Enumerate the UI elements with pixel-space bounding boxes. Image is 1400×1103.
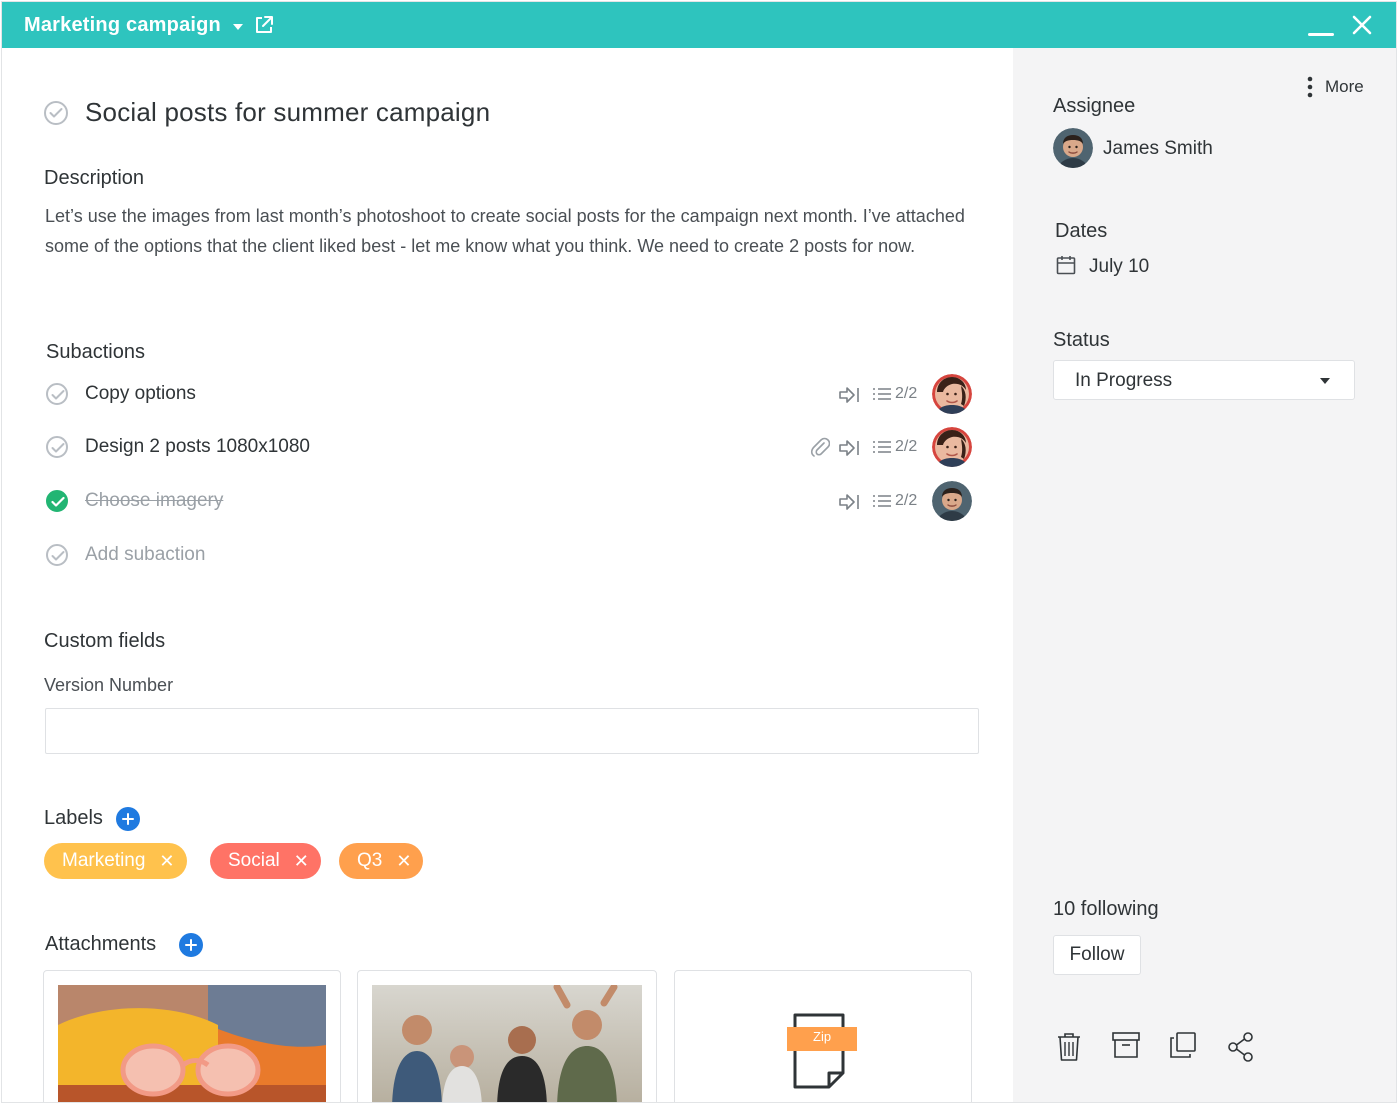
- share-icon[interactable]: [1227, 1032, 1255, 1062]
- project-selector[interactable]: Marketing campaign: [24, 14, 243, 37]
- more-button[interactable]: More: [1307, 76, 1364, 98]
- label-tag[interactable]: Social ✕: [210, 843, 321, 879]
- status-dropdown[interactable]: In Progress: [1053, 360, 1355, 400]
- version-number-field[interactable]: [45, 708, 979, 754]
- paperclip-icon[interactable]: [810, 437, 830, 457]
- project-title: Marketing campaign: [24, 14, 221, 36]
- move-to-icon[interactable]: [838, 439, 860, 457]
- task-window: Marketing campaign Social posts for summ…: [1, 1, 1397, 1103]
- assignee-heading: Assignee: [1053, 95, 1136, 117]
- avatar-man-icon: [932, 481, 972, 521]
- subaction-label[interactable]: Design 2 posts 1080x1080: [85, 436, 310, 458]
- due-date[interactable]: July 10: [1089, 256, 1149, 278]
- trash-icon[interactable]: [1057, 1032, 1081, 1062]
- assignee-name[interactable]: James Smith: [1103, 138, 1213, 160]
- add-label-button[interactable]: [116, 807, 140, 831]
- archive-icon[interactable]: [1112, 1032, 1140, 1058]
- minimize-button[interactable]: [1308, 22, 1334, 36]
- description-text[interactable]: Let’s use the images from last month’s p…: [45, 201, 965, 261]
- subaction-checklist-count[interactable]: 2/2: [872, 438, 917, 456]
- zip-label: Zip: [813, 1029, 832, 1044]
- task-title[interactable]: Social posts for summer campaign: [85, 97, 490, 128]
- following-count: 10 following: [1053, 898, 1159, 920]
- subaction-checklist-count[interactable]: 2/2: [872, 492, 917, 510]
- avatar-woman-icon: [932, 374, 972, 414]
- label-text: Marketing: [62, 850, 146, 871]
- subaction-label[interactable]: Copy options: [85, 383, 196, 405]
- status-value: In Progress: [1075, 370, 1173, 391]
- checklist-icon: [873, 495, 891, 507]
- labels-heading: Labels: [44, 807, 103, 829]
- friends-photo-image: [372, 985, 642, 1102]
- more-label: More: [1325, 77, 1364, 96]
- subaction-checklist-count[interactable]: 2/2: [872, 385, 917, 403]
- close-icon[interactable]: [1352, 15, 1372, 35]
- checklist-icon: [873, 441, 891, 453]
- version-number-label: Version Number: [44, 675, 174, 695]
- label-tag[interactable]: Marketing ✕: [44, 843, 187, 879]
- subaction-checkbox[interactable]: [46, 436, 68, 458]
- duplicate-icon[interactable]: [1170, 1032, 1196, 1058]
- custom-fields-heading: Custom fields: [44, 630, 166, 652]
- remove-label-icon[interactable]: ✕: [159, 851, 174, 872]
- avatar[interactable]: [932, 481, 972, 521]
- add-subaction-input[interactable]: Add subaction: [85, 544, 205, 566]
- check-icon: [51, 496, 65, 507]
- subaction-checkbox-checked[interactable]: [46, 490, 68, 512]
- description-heading: Description: [44, 167, 145, 189]
- attachment-card-friends[interactable]: [357, 970, 657, 1102]
- add-subaction-checkbox[interactable]: [46, 544, 68, 566]
- subactions-heading: Subactions: [46, 341, 145, 363]
- avatar[interactable]: [932, 427, 972, 467]
- assignee-avatar[interactable]: [1053, 128, 1093, 168]
- check-icon: [49, 108, 63, 118]
- check-icon: [51, 390, 65, 400]
- label-text: Q3: [357, 850, 383, 871]
- check-icon: [51, 551, 65, 561]
- title-bar: Marketing campaign: [2, 2, 1396, 48]
- label-text: Social: [228, 850, 280, 871]
- subaction-checkbox[interactable]: [46, 383, 68, 405]
- chevron-down-icon: [1320, 378, 1330, 384]
- remove-label-icon[interactable]: ✕: [396, 851, 411, 872]
- status-heading: Status: [1053, 329, 1110, 351]
- task-main-panel: Social posts for summer campaign Descrip…: [2, 48, 1013, 1102]
- move-to-icon[interactable]: [838, 386, 860, 404]
- task-sidebar: More Assignee James Smith Dates July 10 …: [1013, 48, 1396, 1102]
- avatar-woman-icon: [932, 427, 972, 467]
- check-icon: [51, 443, 65, 453]
- vertical-dots-icon: [1307, 76, 1313, 98]
- attachments-heading: Attachments: [45, 933, 157, 955]
- avatar[interactable]: [932, 374, 972, 414]
- attachment-card-sunglasses[interactable]: [43, 970, 341, 1102]
- label-tag[interactable]: Q3 ✕: [339, 843, 424, 879]
- open-external-icon[interactable]: [254, 15, 274, 35]
- add-attachment-button[interactable]: [179, 933, 203, 957]
- task-complete-checkbox[interactable]: [44, 101, 68, 125]
- checklist-icon: [873, 388, 891, 400]
- sunglasses-image: [58, 985, 326, 1102]
- dates-heading: Dates: [1055, 220, 1108, 242]
- move-to-icon[interactable]: [838, 493, 860, 511]
- zip-file-icon: [787, 1013, 857, 1089]
- subaction-label[interactable]: Choose imagery: [85, 490, 223, 512]
- avatar-man-icon: [1053, 128, 1093, 168]
- attachment-card-zip[interactable]: Zip: [674, 970, 972, 1102]
- chevron-down-icon: [232, 24, 243, 30]
- calendar-icon: [1056, 256, 1076, 275]
- follow-button[interactable]: Follow: [1053, 935, 1141, 975]
- remove-label-icon[interactable]: ✕: [294, 851, 309, 872]
